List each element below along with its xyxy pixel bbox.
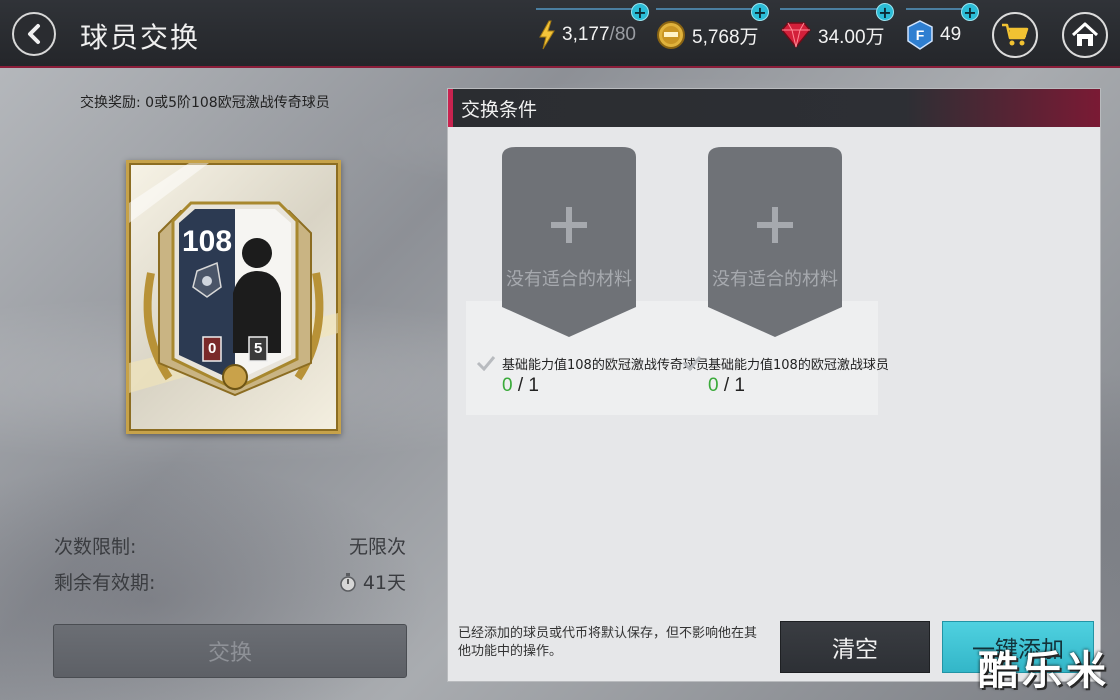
card-rank-right: 5 bbox=[254, 340, 263, 357]
coins-underline bbox=[656, 8, 766, 10]
coins-value: 5,768万 bbox=[692, 26, 759, 48]
fifa-points-icon: F bbox=[907, 20, 933, 50]
expiry-value: 41天 bbox=[362, 572, 406, 594]
stopwatch-icon bbox=[340, 572, 356, 592]
shop-button[interactable] bbox=[992, 12, 1038, 58]
material-slot-1[interactable]: 没有适合的材料 bbox=[502, 147, 636, 337]
plus-icon bbox=[757, 207, 793, 243]
add-gems-button[interactable]: + bbox=[876, 3, 894, 21]
slot-requirement-1: 基础能力值108的欧冠激战传奇球员 bbox=[502, 358, 709, 373]
count-limit-label: 次数限制: bbox=[54, 536, 137, 558]
expiry-row: 剩余有效期: 41天 bbox=[54, 568, 406, 595]
slot-progress-1: 0 / 1 bbox=[502, 375, 539, 397]
add-points-button[interactable]: + bbox=[961, 3, 979, 21]
legend-player-card-image: 108 bbox=[129, 163, 338, 397]
coins-stat: 5,768万 bbox=[656, 20, 759, 50]
fifa-coin-icon bbox=[657, 21, 685, 49]
slot-progress-2: 0 / 1 bbox=[708, 375, 745, 397]
gems-underline bbox=[780, 8, 890, 10]
gems-value: 34.00万 bbox=[818, 26, 885, 48]
slot-have-count-1: 0 bbox=[502, 375, 513, 396]
reward-card[interactable]: 108 0 5 bbox=[126, 160, 341, 434]
check-icon bbox=[682, 356, 702, 371]
stamina-underline bbox=[536, 8, 640, 10]
save-note: 已经添加的球员或代币将默认保存，但不影响他在其他功能中的操作。 bbox=[458, 626, 758, 659]
stamina-value: 3,177 bbox=[562, 24, 610, 45]
page-title: 球员交换 bbox=[80, 21, 201, 54]
material-slot-2[interactable]: 没有适合的材料 bbox=[708, 147, 842, 337]
add-coins-button[interactable]: + bbox=[751, 3, 769, 21]
stamina-stat: 3,177/80 bbox=[538, 20, 636, 50]
slot-requirement-2: 基础能力值108的欧冠激战球员 bbox=[708, 358, 889, 373]
lightning-icon bbox=[539, 20, 555, 50]
svg-text:F: F bbox=[916, 27, 925, 43]
slot-empty-label: 没有适合的材料 bbox=[506, 269, 632, 290]
home-icon bbox=[1071, 22, 1099, 46]
home-button[interactable] bbox=[1062, 12, 1108, 58]
plus-icon bbox=[551, 207, 587, 243]
expiry-label: 剩余有效期: bbox=[54, 572, 156, 594]
panel-header: 交换条件 bbox=[448, 89, 1100, 127]
clear-button[interactable]: 清空 bbox=[780, 621, 930, 673]
svg-text:108: 108 bbox=[182, 225, 232, 258]
exchange-conditions-panel: 交换条件 没有适合的材料 基础能力值108的欧冠激战传奇球员 0 / 1 没有适… bbox=[447, 88, 1101, 682]
add-stamina-button[interactable]: + bbox=[631, 3, 649, 21]
points-stat: F 49 bbox=[906, 20, 961, 50]
gems-stat: 34.00万 bbox=[780, 20, 885, 50]
chevron-left-icon bbox=[28, 24, 40, 44]
slot-need-count-2: / 1 bbox=[723, 375, 745, 396]
shopping-cart-icon bbox=[1002, 23, 1029, 46]
slot-need-count-1: / 1 bbox=[517, 375, 539, 396]
panel-title: 交换条件 bbox=[461, 99, 538, 121]
slot-have-count-2: 0 bbox=[708, 375, 719, 396]
stamina-max: /80 bbox=[609, 24, 636, 45]
watermark-logo: 酷乐米 bbox=[978, 648, 1110, 694]
ruby-gem-icon bbox=[781, 22, 811, 49]
count-limit-value: 无限次 bbox=[348, 536, 406, 558]
back-button[interactable] bbox=[12, 12, 56, 56]
card-rank-left: 0 bbox=[208, 340, 217, 357]
expiry-value-group: 41天 bbox=[339, 568, 406, 595]
top-bar: 球员交换 + 3,177/80 + 5,768万 + 34.00万 + F 49 bbox=[0, 0, 1120, 68]
slot-empty-label: 没有适合的材料 bbox=[712, 269, 838, 290]
count-limit-row: 次数限制: 无限次 bbox=[54, 532, 406, 559]
points-value: 49 bbox=[940, 24, 962, 45]
reward-description: 交换奖励: 0或5阶108欧冠激战传奇球员 bbox=[80, 95, 330, 111]
check-icon bbox=[476, 356, 496, 371]
exchange-button[interactable]: 交换 bbox=[53, 624, 407, 678]
